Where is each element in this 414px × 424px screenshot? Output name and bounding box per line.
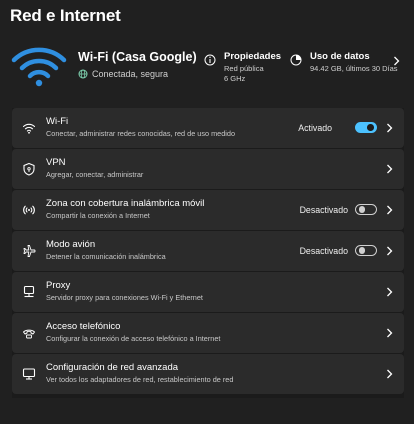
- airplane-icon: [23, 245, 36, 257]
- setting-label: Zona con cobertura inalámbrica móvil: [46, 198, 205, 209]
- properties-network-type: Red pública: [224, 64, 264, 73]
- setting-description: Agregar, conectar, administrar: [46, 170, 144, 179]
- setting-description: Servidor proxy para conexiones Wi-Fi y E…: [46, 293, 203, 302]
- settings-list: Wi-Fi Conectar, administrar redes conoci…: [12, 108, 404, 398]
- chevron-right-icon: [387, 123, 393, 133]
- setting-label: Proxy: [46, 280, 71, 291]
- setting-description: Detener la comunicación inalámbrica: [46, 252, 166, 261]
- data-usage-icon: [290, 54, 302, 66]
- toggle-state-label: Activado: [298, 123, 332, 133]
- properties-button[interactable]: Propiedades Red pública 6 GHz: [204, 50, 284, 86]
- data-usage-value: 94.42 GB, últimos 30 Días: [310, 64, 398, 73]
- setting-description: Compartir la conexión a Internet: [46, 211, 150, 220]
- connection-summary: Wi-Fi (Casa Google) Conectada, segura Pr…: [10, 40, 406, 98]
- wifi-toggle[interactable]: [355, 122, 377, 133]
- shield-icon: [23, 162, 35, 176]
- info-icon: [204, 54, 216, 66]
- setting-label: Modo avión: [46, 239, 96, 250]
- phone-icon: [23, 329, 35, 339]
- setting-airplane-mode[interactable]: Modo avión Detener la comunicación inalá…: [12, 231, 404, 271]
- chevron-right-icon: [387, 369, 393, 379]
- properties-details: Red pública 6 GHz: [224, 64, 264, 84]
- setting-label: Configuración de red avanzada: [46, 362, 179, 373]
- properties-label: Propiedades: [224, 51, 282, 62]
- connection-status: Conectada, segura: [78, 69, 168, 79]
- data-usage-button[interactable]: Uso de datos 94.42 GB, últimos 30 Días: [290, 50, 406, 86]
- data-usage-label: Uso de datos: [310, 51, 370, 62]
- proxy-icon: [23, 285, 35, 298]
- setting-vpn[interactable]: VPN Agregar, conectar, administrar: [12, 149, 404, 189]
- setting-advanced-network[interactable]: Configuración de red avanzada Ver todos …: [12, 354, 404, 394]
- status-text: Conectada, segura: [92, 69, 169, 79]
- setting-description: Ver todos los adaptadores de red, restab…: [46, 375, 234, 384]
- toggle-state-label: Desactivado: [299, 205, 348, 215]
- chevron-right-icon[interactable]: [393, 56, 400, 66]
- setting-label: Acceso telefónico: [46, 321, 121, 332]
- chevron-right-icon: [387, 287, 393, 297]
- chevron-right-icon: [387, 205, 393, 215]
- chevron-right-icon: [387, 164, 393, 174]
- network-name: Wi-Fi (Casa Google): [78, 50, 197, 64]
- globe-icon: [78, 69, 88, 79]
- wifi-icon: [22, 123, 36, 134]
- chevron-right-icon: [387, 328, 393, 338]
- toggle-state-label: Desactivado: [299, 246, 348, 256]
- setting-label: VPN: [46, 157, 66, 168]
- airplane-mode-toggle[interactable]: [355, 245, 377, 256]
- setting-mobile-hotspot[interactable]: Zona con cobertura inalámbrica móvil Com…: [12, 190, 404, 230]
- setting-description: Conectar, administrar redes conocidas, r…: [46, 129, 236, 138]
- page-title: Red e Internet: [10, 6, 121, 25]
- setting-label: Wi-Fi: [46, 116, 69, 127]
- hotspot-icon: [23, 205, 35, 215]
- monitor-icon: [22, 368, 36, 380]
- setting-description: Configurar la conexión de acceso telefón…: [46, 334, 221, 343]
- setting-dial-up[interactable]: Acceso telefónico Configurar la conexión…: [12, 313, 404, 353]
- setting-wifi[interactable]: Wi-Fi Conectar, administrar redes conoci…: [12, 108, 404, 148]
- chevron-right-icon: [387, 246, 393, 256]
- hotspot-toggle[interactable]: [355, 204, 377, 215]
- properties-band: 6 GHz: [224, 74, 246, 83]
- setting-proxy[interactable]: Proxy Servidor proxy para conexiones Wi-…: [12, 272, 404, 312]
- wifi-large-icon: [11, 47, 67, 87]
